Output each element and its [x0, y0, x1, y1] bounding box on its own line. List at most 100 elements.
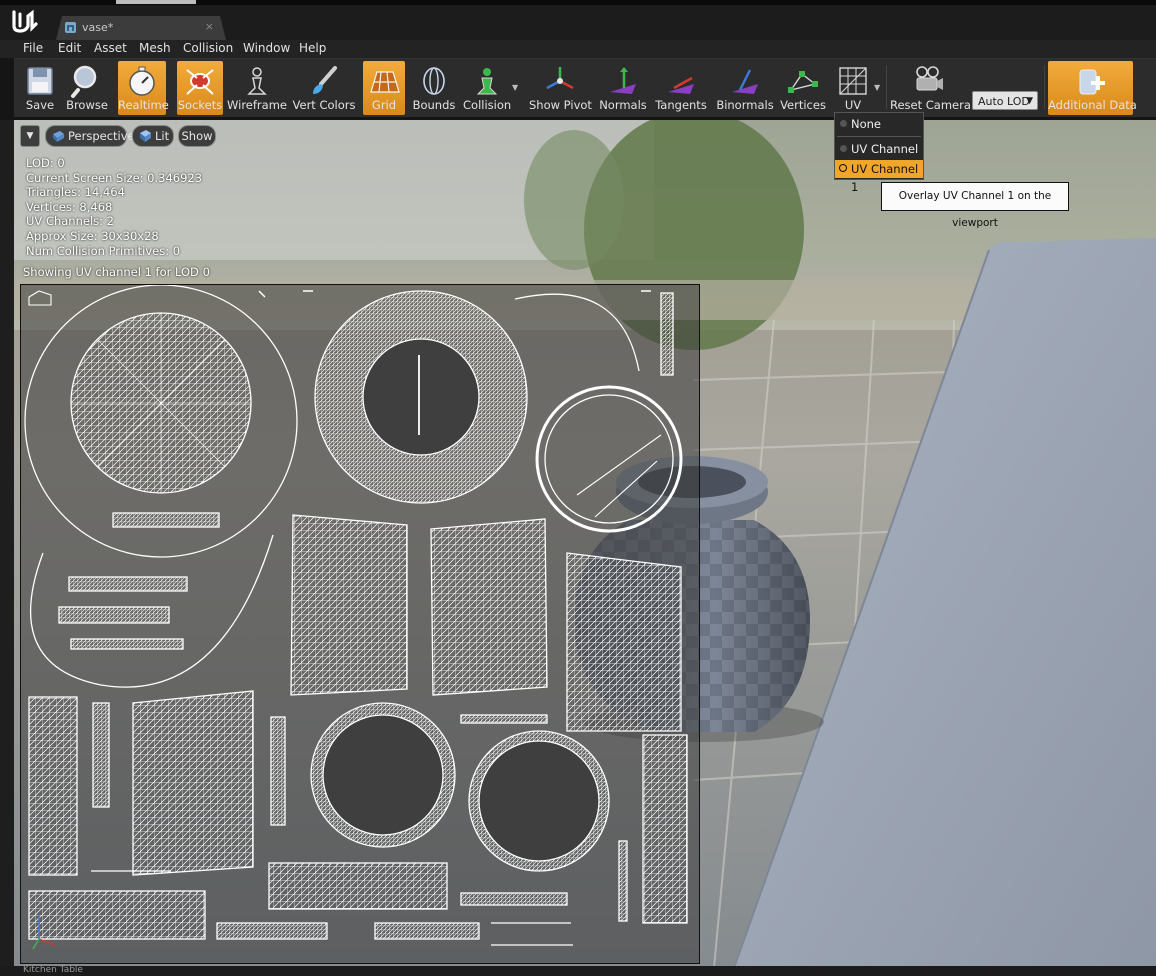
normals-button[interactable]: Normals	[598, 61, 648, 115]
bounds-button[interactable]: Bounds	[411, 61, 457, 115]
status-bar	[0, 966, 1156, 976]
browse-button[interactable]: Browse	[64, 61, 110, 115]
auto-lod-chevron-icon: ▼	[1026, 96, 1033, 106]
grid-icon	[370, 71, 400, 93]
sockets-button[interactable]: Sockets	[177, 61, 223, 115]
uv-overlay	[20, 284, 700, 964]
vert-colors-label: Vert Colors	[292, 98, 356, 112]
grid-label: Grid	[371, 98, 397, 112]
unreal-logo-icon[interactable]	[10, 8, 38, 34]
binormals-label: Binormals	[716, 98, 774, 112]
toolbar-separator	[1044, 65, 1045, 109]
tab-close-icon[interactable]: ×	[205, 20, 214, 33]
tangents-button[interactable]: Tangents	[654, 61, 708, 115]
magnifier-icon	[71, 65, 97, 98]
menu-bar: File Edit Asset Mesh Collision Window He…	[0, 40, 1156, 58]
menu-collision[interactable]: Collision	[183, 41, 233, 55]
stat-vertices: Vertices: 8,468	[26, 199, 113, 214]
radio-selected-icon	[839, 164, 847, 172]
normals-icon	[610, 67, 636, 94]
asset-tab-vase[interactable]: vase* ×	[56, 16, 226, 40]
save-button[interactable]: Save	[16, 61, 64, 115]
viewport[interactable]: ▼ Perspective Lit Show LOD: 0 Current Sc…	[14, 120, 1156, 968]
uv-label: UV	[844, 98, 862, 112]
uv-option-label: None	[851, 117, 882, 131]
uv-dropdown-arrow-icon[interactable]: ▼	[874, 83, 880, 92]
top-strip	[0, 0, 1156, 5]
bounds-icon	[423, 67, 445, 95]
perspective-button[interactable]: Perspective	[45, 125, 135, 147]
menu-file[interactable]: File	[23, 41, 43, 55]
stat-collision-primitives: Num Collision Primitives: 0	[26, 243, 181, 258]
auto-lod-value: Auto LOD	[978, 95, 1030, 108]
perspective-label: Perspective	[68, 129, 135, 143]
viewport-options-button[interactable]: ▼	[20, 125, 40, 147]
add-data-icon	[1079, 69, 1105, 95]
save-icon	[27, 67, 53, 95]
menu-edit[interactable]: Edit	[58, 41, 81, 55]
menu-mesh[interactable]: Mesh	[139, 41, 171, 55]
stat-triangles: Triangles: 14,464	[26, 185, 125, 200]
uv-tooltip: Overlay UV Channel 1 on the viewport	[881, 182, 1069, 229]
collision-button[interactable]: Collision	[463, 61, 511, 115]
camera-icon	[916, 66, 943, 91]
additional-data-button[interactable]: Additional Data	[1048, 61, 1137, 115]
paintbrush-icon	[313, 66, 337, 94]
grid-button[interactable]: Grid	[363, 61, 405, 115]
title-bar: vase* ×	[0, 0, 1156, 40]
bottom-panel-label: Kitchen Table	[23, 965, 83, 975]
reset-camera-button[interactable]: Reset Camera	[890, 61, 971, 115]
browse-label: Browse	[66, 98, 108, 112]
uv-caption: Showing UV channel 1 for LOD 0	[23, 265, 210, 279]
realtime-label: Realtime	[118, 98, 169, 112]
vertices-label: Vertices	[780, 98, 826, 112]
uv-grid-icon	[839, 67, 867, 95]
lit-button[interactable]: Lit	[132, 125, 174, 147]
binormals-button[interactable]: Binormals	[716, 61, 774, 115]
menu-window[interactable]: Window	[243, 41, 290, 55]
show-pivot-label: Show Pivot	[529, 98, 592, 112]
auto-lod-dropdown[interactable]: Auto LOD ▼	[972, 91, 1038, 110]
collision-label: Collision	[463, 98, 512, 112]
vertices-button[interactable]: Vertices	[777, 61, 829, 115]
left-panel-edge	[0, 120, 14, 966]
perspective-cube-icon	[53, 131, 64, 142]
chess-pawn-icon	[247, 67, 267, 95]
toolbar-separator	[886, 65, 887, 109]
lit-sphere-icon	[140, 130, 151, 142]
uv-option-none[interactable]: None	[835, 115, 923, 133]
uv-option-channel-0[interactable]: UV Channel 0	[835, 140, 923, 174]
sockets-label: Sockets	[177, 98, 223, 112]
wireframe-button[interactable]: Wireframe	[227, 61, 287, 115]
menu-separator	[837, 136, 921, 137]
sockets-icon	[186, 69, 214, 95]
vertices-icon	[788, 71, 818, 93]
wireframe-label: Wireframe	[227, 98, 287, 112]
menu-help[interactable]: Help	[299, 41, 326, 55]
stat-lod: LOD: 0	[26, 156, 65, 170]
uv-channel-menu: None UV Channel 0 UV Channel 1	[834, 112, 924, 194]
chevron-down-icon: ▼	[26, 131, 34, 141]
radio-icon	[840, 120, 847, 127]
mesh-stats: LOD: 0 Current Screen Size: 0.346923 Tri…	[26, 156, 202, 258]
static-mesh-icon	[64, 21, 77, 34]
stat-uv-channels: UV Channels: 2	[26, 214, 114, 229]
vert-colors-button[interactable]: Vert Colors	[291, 61, 357, 115]
normals-label: Normals	[599, 98, 647, 112]
collision-icon	[476, 68, 498, 95]
show-label: Show	[181, 129, 213, 143]
uv-button[interactable]: UV	[832, 61, 874, 115]
tab-title: vase*	[82, 21, 114, 34]
menu-asset[interactable]: Asset	[94, 41, 127, 55]
pivot-axes-icon	[546, 67, 574, 90]
uv-option-channel-1[interactable]: UV Channel 1	[835, 160, 923, 194]
toolbar: Save Browse Realtime Sockets Wireframe V…	[14, 58, 1156, 117]
reset-camera-label: Reset Camera	[890, 98, 971, 112]
collision-dropdown-arrow-icon[interactable]: ▼	[512, 83, 518, 92]
radio-icon	[840, 145, 847, 152]
realtime-button[interactable]: Realtime	[118, 61, 169, 115]
show-button[interactable]: Show	[178, 125, 216, 147]
stat-screen-size: Current Screen Size: 0.346923	[26, 170, 203, 185]
show-pivot-button[interactable]: Show Pivot	[529, 61, 592, 115]
stat-approx-size: Approx Size: 30x30x28	[26, 228, 159, 243]
